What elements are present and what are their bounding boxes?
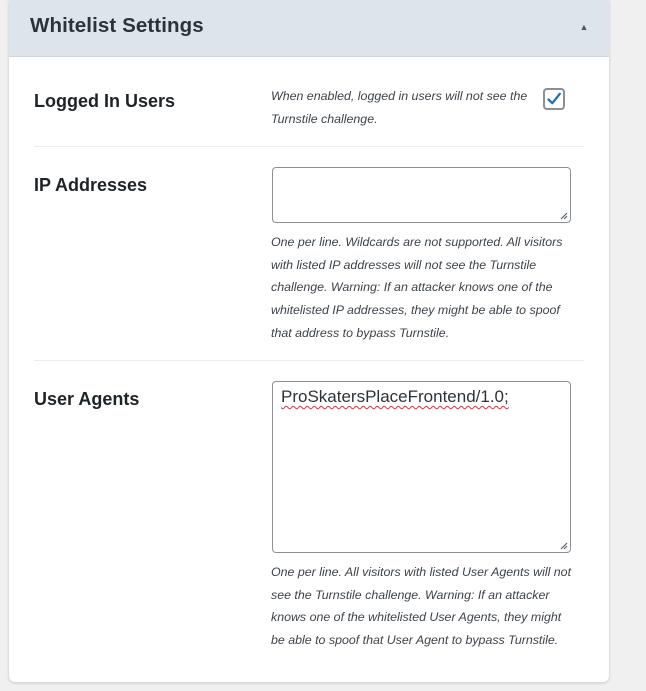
user-agents-value: ProSkatersPlaceFrontend/1.0; <box>281 387 509 406</box>
divider <box>34 146 584 147</box>
whitelist-settings-panel: Whitelist Settings ▲ Logged In Users Whe… <box>9 0 609 682</box>
logged-in-users-checkbox[interactable] <box>543 88 565 110</box>
logged-in-users-description: When enabled, logged in users will not s… <box>271 89 528 126</box>
ip-addresses-description: One per line. Wildcards are not supporte… <box>271 235 563 340</box>
user-agents-label: User Agents <box>34 389 140 409</box>
panel-header[interactable]: Whitelist Settings ▲ <box>9 0 609 57</box>
ip-addresses-label: IP Addresses <box>34 175 148 195</box>
panel-title: Whitelist Settings <box>30 14 204 37</box>
resize-handle-icon[interactable] <box>560 542 568 550</box>
triangle-up-icon[interactable]: ▲ <box>577 20 591 34</box>
user-agents-description: One per line. All visitors with listed U… <box>271 565 572 648</box>
logged-in-users-label: Logged In Users <box>34 91 176 111</box>
checkmark-icon <box>547 92 561 105</box>
user-agents-textarea[interactable]: ProSkatersPlaceFrontend/1.0; <box>272 381 571 553</box>
divider <box>34 360 584 361</box>
ip-addresses-textarea[interactable] <box>272 167 571 223</box>
resize-handle-icon[interactable] <box>560 212 568 220</box>
